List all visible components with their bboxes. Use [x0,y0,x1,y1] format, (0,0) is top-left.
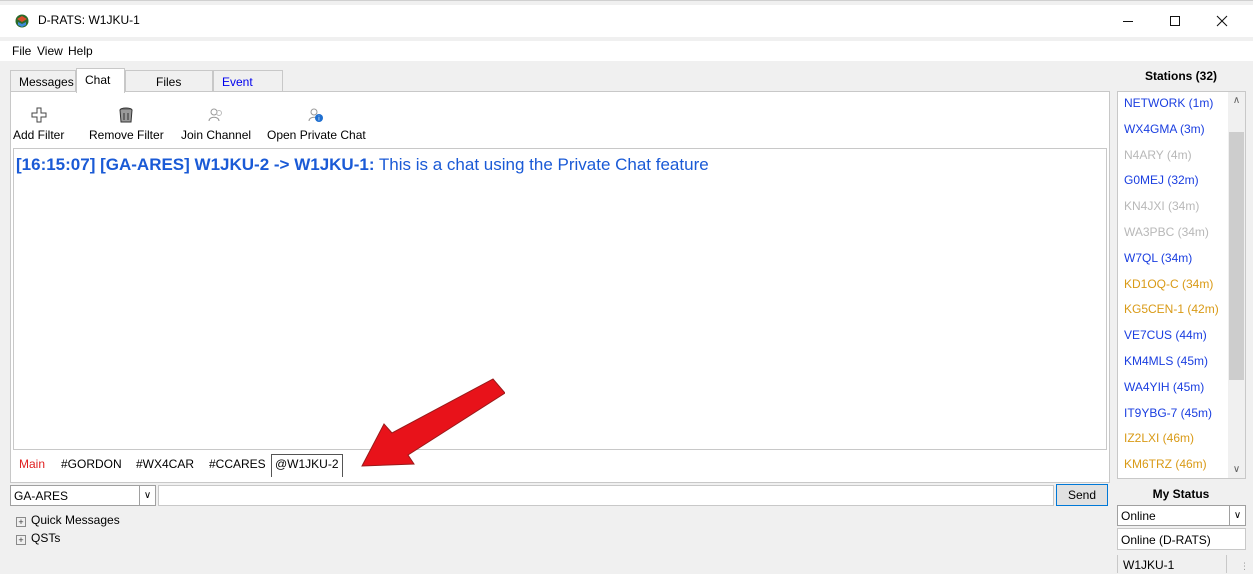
open-private-chat-button[interactable]: i Open Private Chat [267,106,366,142]
station-item[interactable]: N4ARY (4m) [1124,148,1192,162]
message-input-row: GA-ARES ∨ Send [10,484,1110,508]
station-item[interactable]: KM6TRZ (46m) [1124,457,1207,471]
chat-toolbar: Add Filter Remove Filter Join Channel i … [11,92,1109,148]
remove-filter-button[interactable]: Remove Filter [89,106,164,142]
callsign-status: W1JKU-1 [1117,555,1227,573]
minimize-button[interactable] [1105,5,1151,37]
channel-tab-wx4car[interactable]: #WX4CAR [136,457,194,471]
annotation-arrow [361,378,505,467]
tab-files[interactable]: Files [125,70,213,92]
quick-messages-expander[interactable]: + Quick Messages [16,513,120,527]
add-filter-button[interactable]: Add Filter [13,106,64,142]
resize-grip-icon[interactable]: ⋮ [1240,561,1249,572]
trash-icon [119,107,133,123]
channel-tab-main[interactable]: Main [19,457,45,471]
channel-tab-ccares[interactable]: #CCARES [209,457,266,471]
join-channel-label: Join Channel [181,128,252,142]
message-input[interactable] [158,485,1054,506]
scroll-up-icon[interactable]: ∧ [1228,92,1245,109]
open-private-chat-label: Open Private Chat [267,128,366,142]
chat-message: [16:15:07] [GA-ARES] W1JKU-2 -> W1JKU-1:… [16,155,1104,175]
channel-tab-w1jku-2[interactable]: @W1JKU-2 [271,454,343,477]
station-item[interactable]: IZ2LXI (46m) [1124,431,1194,445]
maximize-icon [1170,16,1180,26]
tab-bar: Messages Chat Files Event Log [10,68,1110,103]
close-button[interactable] [1199,5,1245,37]
status-select[interactable]: Online ∨ [1117,505,1246,526]
station-item[interactable]: KG5CEN-1 (42m) [1124,302,1219,316]
station-item[interactable]: KM4MLS (45m) [1124,354,1208,368]
channel-select-value: GA-ARES [14,489,69,503]
expand-icon: + [16,517,26,527]
station-item[interactable]: KN4JXI (34m) [1124,199,1199,213]
expand-icon: + [16,535,26,545]
tab-event-log[interactable]: Event Log [213,70,283,103]
tab-messages[interactable]: Messages [10,70,76,92]
status-select-value: Online [1121,509,1156,523]
chat-log: [16:15:07] [GA-ARES] W1JKU-2 -> W1JKU-1:… [13,148,1107,450]
menu-view[interactable]: View [37,44,63,58]
menu-bar: File View Help [0,41,1253,61]
chat-message-text: This is a chat using the Private Chat fe… [374,155,709,174]
app-window: D-RATS: W1JKU-1 File View Help Messages … [0,0,1253,574]
send-button[interactable]: Send [1056,484,1108,506]
qsts-label: QSTs [31,531,61,545]
my-status-header: My Status [1152,487,1210,501]
station-item[interactable]: IT9YBG-7 (45m) [1124,406,1212,420]
menu-file[interactable]: File [12,44,31,58]
station-item[interactable]: WX4GMA (3m) [1124,122,1205,136]
station-item[interactable]: G0MEJ (32m) [1124,173,1199,187]
app-icon [15,14,29,28]
chat-message-header: [16:15:07] [GA-ARES] W1JKU-2 -> W1JKU-1: [16,155,375,174]
stations-header: Stations (32) [1144,69,1217,83]
private-chat-icon: i [308,108,324,123]
station-item[interactable]: VE7CUS (44m) [1124,328,1207,342]
minimize-icon [1123,21,1133,22]
chat-panel: Add Filter Remove Filter Join Channel i … [10,91,1110,483]
users-icon [208,108,223,122]
chevron-down-icon: ∨ [1229,506,1245,525]
stations-scrollbar[interactable]: ∧ ∨ [1228,92,1245,478]
window-title: D-RATS: W1JKU-1 [38,13,140,27]
channel-tabs: Main #GORDON #WX4CAR #CCARES @W1JKU-2 [13,452,1107,478]
station-item[interactable]: NETWORK (1m) [1124,96,1213,110]
station-item[interactable]: KD1OQ-C (34m) [1124,277,1213,291]
tab-chat[interactable]: Chat [76,68,125,93]
stations-list[interactable]: NETWORK (1m) WX4GMA (3m) N4ARY (4m) G0MEJ (… [1117,91,1246,479]
channel-tab-gordon[interactable]: #GORDON [61,457,122,471]
qsts-expander[interactable]: + QSTs [16,531,60,545]
title-bar: D-RATS: W1JKU-1 [0,5,1253,37]
menu-help[interactable]: Help [68,44,93,58]
join-channel-button[interactable]: Join Channel [181,106,251,142]
status-message-field[interactable]: Online (D-RATS) [1117,528,1246,550]
station-item[interactable]: WA3PBC (34m) [1124,225,1209,239]
close-icon [1216,15,1228,27]
station-item[interactable]: WA4YIH (45m) [1124,380,1204,394]
quick-messages-label: Quick Messages [31,513,120,527]
remove-filter-label: Remove Filter [89,128,164,142]
maximize-button[interactable] [1152,5,1198,37]
channel-select[interactable]: GA-ARES ∨ [10,485,156,506]
scroll-down-icon[interactable]: ∨ [1228,461,1245,478]
status-bar: W1JKU-1 ⋮ [0,553,1253,574]
plus-icon [31,107,47,123]
chevron-down-icon: ∨ [139,486,155,505]
station-item[interactable]: W7QL (34m) [1124,251,1192,265]
add-filter-label: Add Filter [13,128,65,142]
scroll-thumb[interactable] [1229,132,1244,380]
